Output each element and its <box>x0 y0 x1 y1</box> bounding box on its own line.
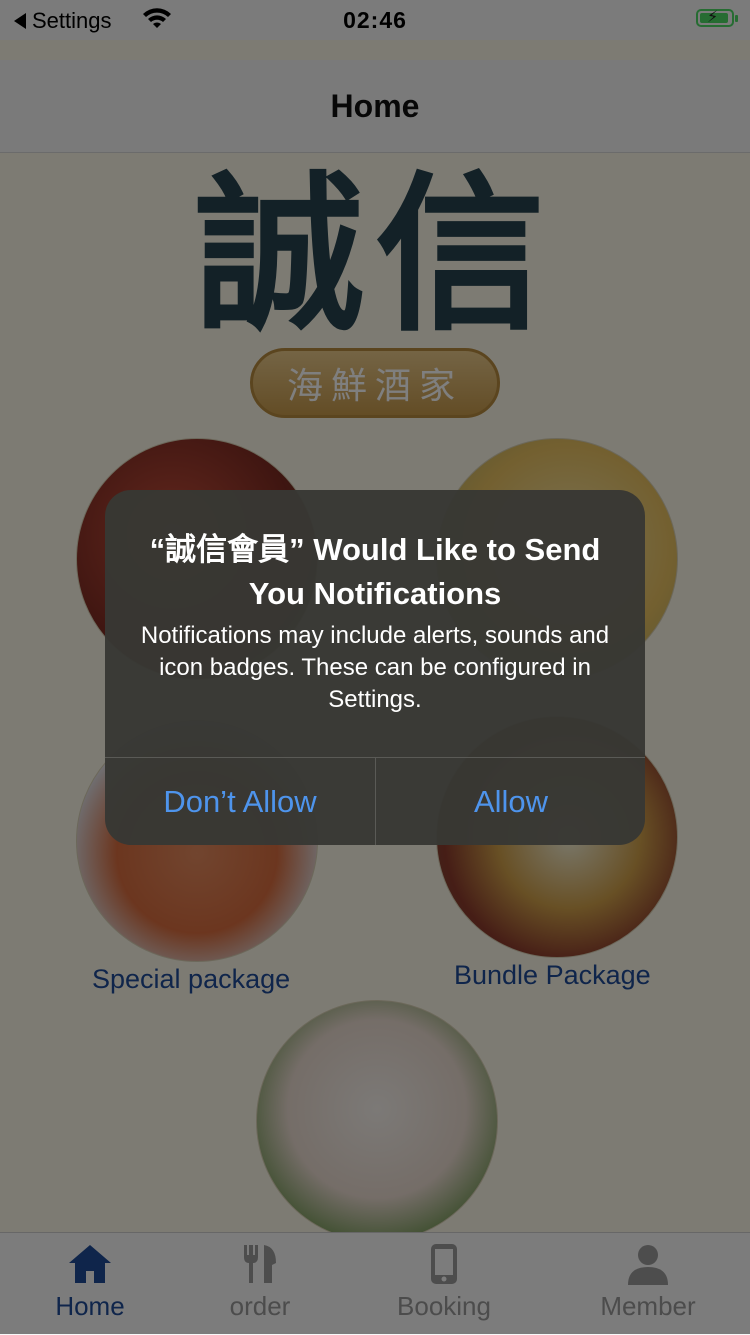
alert-title: “誠信會員” Would Like to Send You Notificati… <box>149 532 601 611</box>
alert-message: Notifications may include alerts, sounds… <box>140 622 610 713</box>
dont-allow-button[interactable]: Don’t Allow <box>105 758 375 845</box>
notification-permission-alert: “誠信會員” Would Like to Send You Notificati… <box>105 490 645 845</box>
allow-button[interactable]: Allow <box>376 758 645 845</box>
